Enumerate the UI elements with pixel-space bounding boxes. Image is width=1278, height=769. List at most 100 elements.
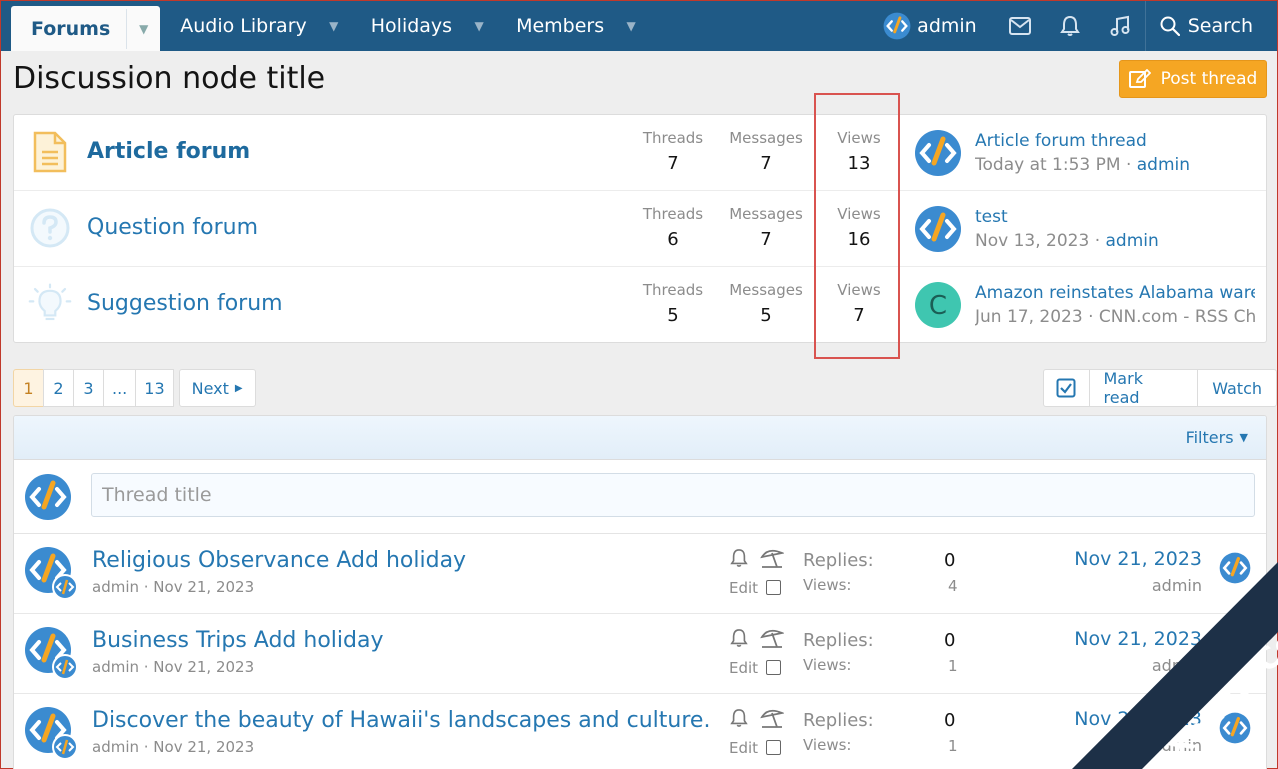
nav-tab-members[interactable]: Members ▼: [496, 1, 648, 51]
avatar-letter: C: [929, 291, 947, 321]
views-stat: Views 7: [822, 281, 896, 326]
thread-title[interactable]: Religious Observance Add holiday: [92, 548, 466, 573]
forum-node: Article forum Threads 7 Messages 7 Views…: [14, 115, 1266, 191]
nav-tab-audio-library[interactable]: Audio Library ▼: [160, 1, 350, 51]
forum-node: Suggestion forum Threads 5 Messages 5 Vi…: [14, 267, 1266, 343]
thread-list: Filters ▼ Religious Observance Add holid…: [13, 415, 1267, 769]
messages-stat: Messages 5: [726, 281, 806, 326]
avatar[interactable]: [914, 129, 962, 177]
thread-checkbox[interactable]: [766, 660, 781, 675]
last-post-time: Jun 17, 2023 · CNN.com - RSS Channel: [975, 307, 1255, 327]
thread-title[interactable]: Business Trips Add holiday: [92, 628, 383, 653]
last-post-date[interactable]: Nov 21, 2023: [1074, 628, 1202, 650]
music-note-icon: [1110, 15, 1130, 36]
views-count: 1: [948, 657, 958, 675]
post-thread-label: Post thread: [1160, 69, 1258, 89]
messages-stat: Messages 7: [726, 205, 806, 250]
page-link[interactable]: 2: [43, 369, 74, 407]
umbrella-beach-icon[interactable]: [760, 627, 784, 649]
avatar[interactable]: [1219, 632, 1251, 664]
page-link[interactable]: 3: [73, 369, 104, 407]
select-toggle-button[interactable]: [1043, 369, 1090, 407]
nav-account-area: admin Search: [865, 1, 1277, 51]
last-post-user[interactable]: admin: [1152, 576, 1202, 595]
search-button[interactable]: Search: [1144, 1, 1277, 51]
stat-label: Views: [837, 129, 881, 147]
replies-label: Replies:: [803, 630, 874, 651]
last-post-user[interactable]: admin: [1137, 155, 1190, 175]
chevron-down-icon[interactable]: ▼: [614, 1, 648, 51]
page-jump[interactable]: ...: [103, 369, 137, 407]
replies-label: Replies:: [803, 550, 874, 571]
edit-icon: [1128, 69, 1151, 88]
watch-button[interactable]: Watch: [1197, 369, 1277, 407]
question-icon: [28, 205, 72, 251]
last-post-title[interactable]: Article forum thread: [975, 131, 1255, 151]
views-count: 1: [948, 737, 958, 755]
last-post-title[interactable]: test: [975, 207, 1255, 227]
thread-title-input[interactable]: [91, 473, 1255, 517]
inbox-button[interactable]: [995, 1, 1045, 51]
stat-label: Threads: [642, 129, 704, 147]
chevron-down-icon[interactable]: ▼: [317, 1, 351, 51]
avatar[interactable]: [1219, 712, 1251, 744]
thread-checkbox[interactable]: [766, 740, 781, 755]
last-post-date[interactable]: Nov 21, 2023: [1074, 708, 1202, 730]
next-page-button[interactable]: Next ▶: [178, 369, 256, 407]
audio-button[interactable]: [1095, 1, 1145, 51]
nav-tab-label: Audio Library: [180, 15, 307, 37]
bell-icon[interactable]: [730, 628, 748, 648]
last-post-meta: Jun 17, 2023 · CNN.com - RSS Channel: [975, 307, 1255, 327]
stat-value: 16: [847, 229, 871, 250]
stat-value: 5: [760, 305, 772, 326]
thread-checkbox[interactable]: [766, 580, 781, 595]
umbrella-beach-icon[interactable]: [760, 707, 784, 729]
bell-icon[interactable]: [730, 548, 748, 568]
thread-row: Discover the beauty of Hawaii's landscap…: [14, 694, 1266, 769]
page-link[interactable]: 1: [13, 369, 44, 407]
account-username: admin: [917, 15, 977, 37]
alerts-button[interactable]: [1045, 1, 1095, 51]
forum-node-list: Article forum Threads 7 Messages 7 Views…: [13, 114, 1267, 343]
nav-tab-holidays[interactable]: Holidays ▼: [351, 1, 496, 51]
mark-read-button[interactable]: Mark read: [1088, 369, 1199, 407]
thread-row: Business Trips Add holiday admin · Nov 2…: [14, 614, 1266, 694]
forum-node: Question forum Threads 6 Messages 7 View…: [14, 191, 1266, 267]
nav-tab-forums[interactable]: Forums ▼: [11, 6, 161, 51]
last-post-user[interactable]: admin: [1152, 736, 1202, 755]
edit-link[interactable]: Edit: [729, 659, 758, 677]
bell-icon[interactable]: [730, 708, 748, 728]
account-link[interactable]: admin: [865, 1, 995, 51]
avatar[interactable]: [1219, 552, 1251, 584]
forum-node-title[interactable]: Article forum: [87, 139, 250, 164]
edit-link[interactable]: Edit: [729, 739, 758, 757]
stat-label: Views: [837, 281, 881, 299]
replies-count: 0: [944, 550, 956, 571]
forum-node-title[interactable]: Suggestion forum: [87, 291, 283, 316]
stat-label: Threads: [642, 281, 704, 299]
stat-value: 7: [667, 153, 679, 174]
page-link[interactable]: 13: [135, 369, 174, 407]
avatar[interactable]: [914, 205, 962, 253]
small-avatar: [52, 654, 78, 680]
umbrella-beach-icon[interactable]: [760, 547, 784, 569]
thread-title[interactable]: Discover the beauty of Hawaii's landscap…: [92, 708, 710, 733]
edit-link[interactable]: Edit: [729, 579, 758, 597]
last-post-title[interactable]: Amazon reinstates Alabama wareh...: [975, 283, 1255, 303]
stat-label: Views: [837, 205, 881, 223]
chevron-down-icon[interactable]: ▼: [462, 1, 496, 51]
last-post-user[interactable]: admin: [1152, 656, 1202, 675]
last-post-date[interactable]: Nov 21, 2023: [1074, 548, 1202, 570]
stat-label: Threads: [642, 205, 704, 223]
post-thread-button[interactable]: Post thread: [1119, 60, 1267, 98]
search-icon: [1160, 16, 1180, 36]
thread-meta: admin · Nov 21, 2023: [92, 658, 255, 676]
thread-row: Religious Observance Add holiday admin ·…: [14, 534, 1266, 614]
forum-node-title[interactable]: Question forum: [87, 215, 258, 240]
last-post-user[interactable]: admin: [1106, 231, 1159, 251]
stat-value: 6: [667, 229, 679, 250]
chevron-down-icon[interactable]: ▼: [126, 8, 160, 49]
avatar[interactable]: C: [914, 281, 962, 329]
avatar: [25, 474, 71, 520]
filters-button[interactable]: Filters: [1186, 428, 1234, 447]
